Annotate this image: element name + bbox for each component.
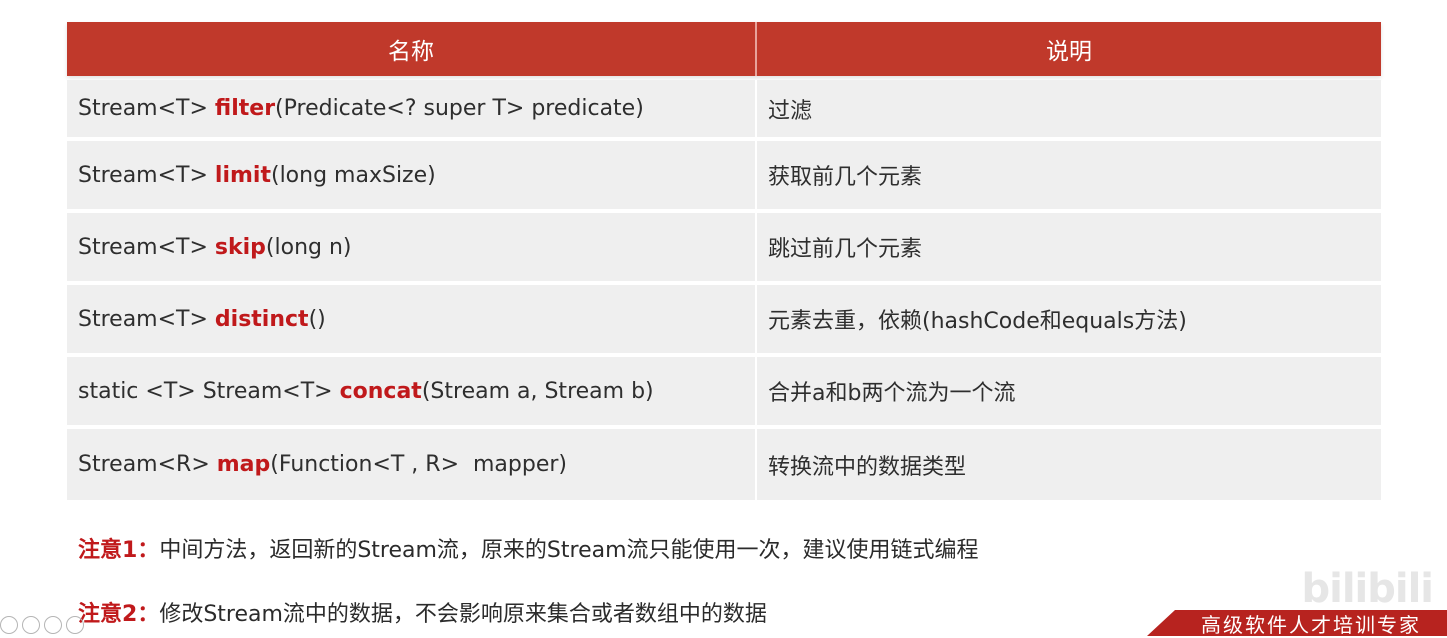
player-controls	[0, 616, 84, 634]
signature-cell: static <T> Stream<T> concat (Stream a, St…	[67, 357, 755, 425]
table-row: Stream<R> map (Function<T , R> mapper) 转换…	[67, 429, 1381, 500]
signature-cell: Stream<T> limit (long maxSize)	[67, 141, 755, 209]
note-text: 修改Stream流中的数据，不会影响原来集合或者数组中的数据	[159, 602, 767, 627]
description-cell: 转换流中的数据类型	[755, 429, 1379, 500]
note-1: 注意1：中间方法，返回新的Stream流，原来的Stream流只能使用一次，建议…	[78, 532, 979, 564]
control-icon[interactable]	[66, 616, 84, 634]
signature-suffix: (long n)	[265, 234, 352, 260]
control-icon[interactable]	[44, 616, 62, 634]
signature-prefix: Stream<T>	[78, 162, 215, 188]
footer-slogan: 高级软件人才培训专家	[1201, 612, 1421, 637]
table-row: Stream<T> filter (Predicate<? super T> pr…	[67, 80, 1381, 137]
signature-prefix: static <T> Stream<T>	[78, 378, 340, 404]
signature-suffix: ()	[308, 306, 326, 332]
description-cell: 获取前几个元素	[755, 141, 1379, 209]
method-name: distinct	[214, 306, 309, 332]
table-row: static <T> Stream<T> concat (Stream a, St…	[67, 357, 1381, 425]
method-name: skip	[214, 234, 266, 260]
signature-cell: Stream<R> map (Function<T , R> mapper)	[67, 429, 755, 500]
signature-suffix: (Predicate<? super T> predicate)	[275, 96, 644, 121]
signature-suffix: (Function<T , R> mapper)	[270, 452, 568, 477]
description-cell: 合并a和b两个流为一个流	[755, 357, 1379, 425]
signature-cell: Stream<T> filter (Predicate<? super T> pr…	[67, 80, 755, 137]
note-text: 中间方法，返回新的Stream流，原来的Stream流只能使用一次，建议使用链式…	[159, 538, 979, 563]
method-name: filter	[214, 96, 276, 121]
signature-cell: Stream<T> skip (long n)	[67, 213, 755, 281]
method-name: limit	[214, 162, 271, 188]
signature-suffix: (Stream a, Stream b)	[421, 378, 654, 404]
control-icon[interactable]	[22, 616, 40, 634]
method-name: concat	[339, 378, 422, 404]
header-description: 说明	[755, 22, 1381, 76]
table-row: Stream<T> limit (long maxSize) 获取前几个元素	[67, 141, 1381, 209]
note-label: 注意2：	[78, 602, 160, 627]
description-cell: 元素去重，依赖(hashCode和equals方法)	[755, 285, 1379, 353]
signature-prefix: Stream<T>	[78, 306, 215, 332]
description-cell: 过滤	[755, 80, 1379, 137]
signature-prefix: Stream<T>	[78, 234, 215, 260]
header-name: 名称	[388, 39, 434, 65]
control-icon[interactable]	[0, 616, 18, 634]
method-name: map	[216, 452, 271, 477]
signature-prefix: Stream<R>	[78, 452, 217, 477]
table-header: 名称 说明	[67, 22, 1381, 76]
signature-cell: Stream<T> distinct()	[67, 285, 755, 353]
table-row: Stream<T> distinct() 元素去重，依赖(hashCode和eq…	[67, 285, 1381, 353]
footer-slogan-banner: 高级软件人才培训专家	[1147, 610, 1447, 636]
description-cell: 跳过前几个元素	[755, 213, 1379, 281]
signature-prefix: Stream<T>	[78, 96, 215, 121]
note-label: 注意1：	[78, 538, 160, 563]
table-row: Stream<T> skip (long n) 跳过前几个元素	[67, 213, 1381, 281]
stream-methods-table: 名称 说明 Stream<T> filter (Predicate<? super…	[67, 22, 1381, 500]
note-2: 注意2：修改Stream流中的数据，不会影响原来集合或者数组中的数据	[78, 596, 767, 628]
bilibili-watermark: bilibili	[1301, 566, 1434, 612]
signature-suffix: (long maxSize)	[270, 162, 436, 188]
